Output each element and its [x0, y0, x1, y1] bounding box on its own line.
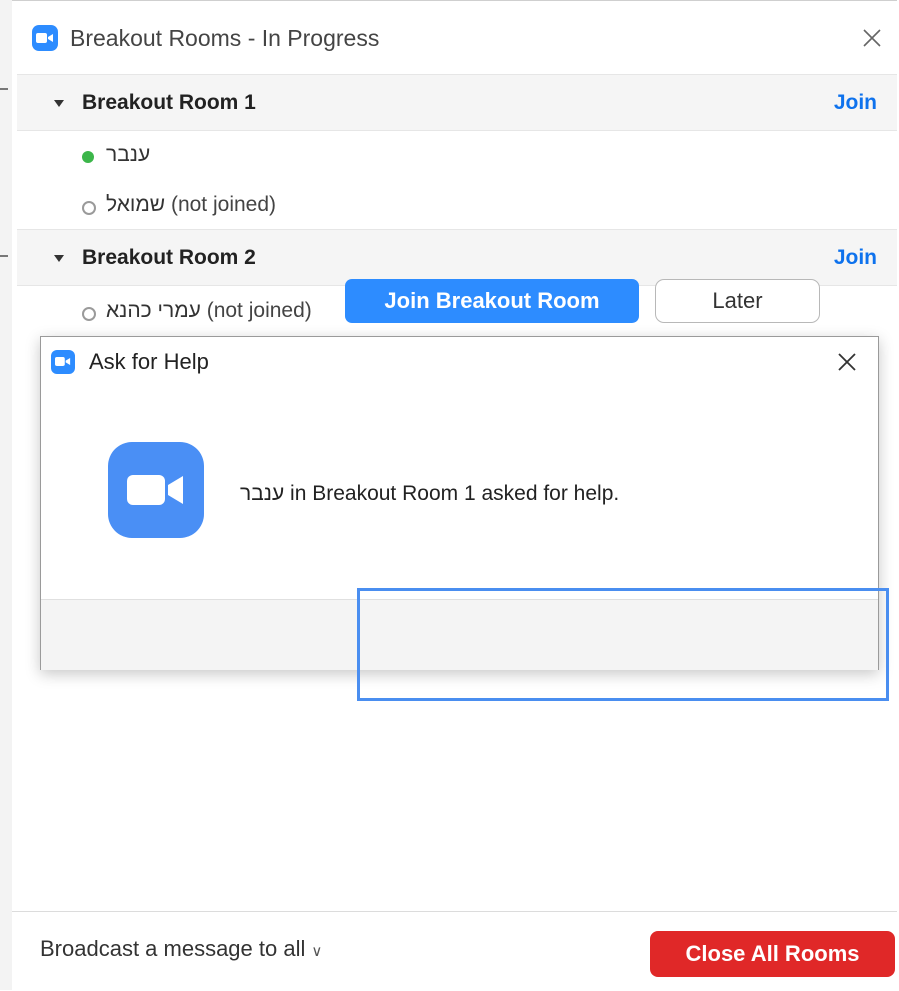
window-titlebar: Breakout Rooms - In Progress — [12, 1, 897, 73]
dialog-title: Ask for Help — [89, 349, 209, 374]
participant-status: (not joined) — [206, 299, 312, 322]
zoom-camera-icon — [108, 442, 204, 538]
zoom-app-icon — [32, 25, 58, 51]
room-name: Breakout Room 2 — [82, 246, 256, 269]
not-joined-status-icon — [82, 307, 96, 321]
caret-down-icon[interactable] — [54, 100, 64, 107]
online-status-icon — [82, 151, 94, 163]
participant-status: (not joined) — [170, 193, 277, 216]
footer-divider — [12, 911, 897, 912]
caret-down-icon[interactable] — [54, 255, 64, 262]
help-message-text: in Breakout Room 1 asked for help. — [290, 482, 620, 505]
dialog-close-icon[interactable] — [834, 349, 860, 375]
join-breakout-room-button[interactable]: Join Breakout Room — [345, 279, 639, 323]
room-header-1[interactable]: Breakout Room 1 Join — [17, 74, 897, 131]
chevron-down-icon: ∨ — [311, 943, 323, 960]
participant-name: עמרי כהנא — [106, 299, 201, 322]
room-name: Breakout Room 1 — [82, 91, 256, 114]
dialog-footer — [41, 599, 878, 670]
broadcast-label: Broadcast a message to all — [40, 936, 306, 961]
not-joined-status-icon — [82, 201, 96, 215]
window-title: Breakout Rooms - In Progress — [70, 25, 380, 51]
broadcast-message-button[interactable]: Broadcast a message to all ∨ — [40, 936, 322, 962]
later-button[interactable]: Later — [655, 279, 820, 323]
edge-tick — [0, 88, 8, 90]
close-icon[interactable] — [859, 25, 885, 51]
edge-tick — [0, 255, 8, 257]
close-all-rooms-button[interactable]: Close All Rooms — [650, 931, 895, 977]
join-room-2-link[interactable]: Join — [834, 246, 877, 270]
join-room-1-link[interactable]: Join — [834, 91, 877, 115]
requester-name: ענבר — [240, 482, 285, 505]
help-request-message: ענבר in Breakout Room 1 asked for help. — [240, 482, 619, 506]
zoom-app-icon — [51, 350, 75, 374]
ask-for-help-dialog: Ask for Help ענבר in Breakout Room 1 ask… — [40, 336, 879, 670]
participant-name: שמואל — [106, 193, 166, 216]
room-header-2[interactable]: Breakout Room 2 Join — [17, 229, 897, 286]
participant-name: ענבר — [106, 143, 151, 166]
